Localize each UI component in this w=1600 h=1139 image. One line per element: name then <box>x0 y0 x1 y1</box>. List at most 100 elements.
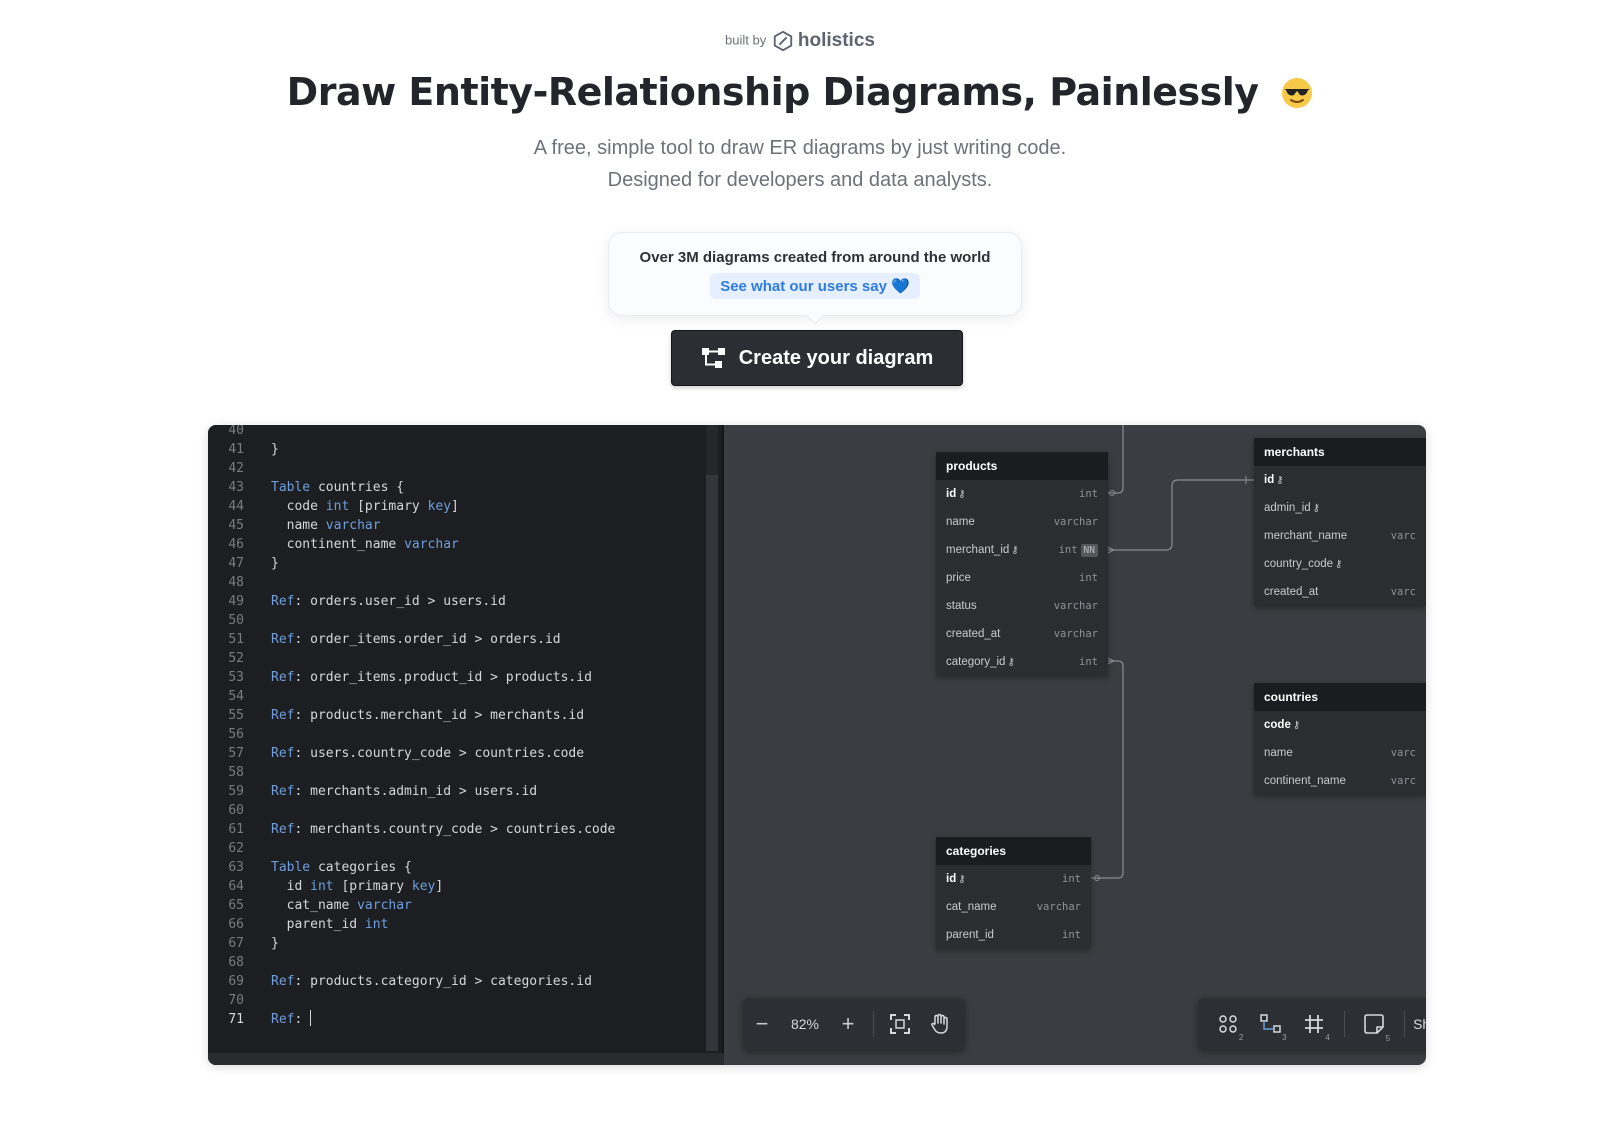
line-number: 62 <box>228 841 244 856</box>
link-products-merchants <box>1108 479 1254 551</box>
code-text: Ref: merchants.admin_id > users.id <box>271 784 538 799</box>
zoom-in-button[interactable]: + <box>829 1011 867 1037</box>
relationship-button[interactable]: 3 <box>1249 1014 1292 1042</box>
pan-tool-button[interactable] <box>920 1013 960 1035</box>
auto-arrange-button[interactable]: 2 <box>1206 1014 1249 1042</box>
field-type: int <box>1079 488 1098 500</box>
diagram-toolbar: 2 3 4 5 Sho <box>1198 998 1426 1050</box>
line-number: 44 <box>228 499 244 514</box>
table-field-row[interactable]: created_at varchar <box>936 620 1108 648</box>
line-number: 63 <box>228 860 244 875</box>
line-number: 65 <box>228 898 244 913</box>
zoom-level: 82% <box>790 1016 820 1032</box>
fit-to-screen-button[interactable] <box>880 1013 920 1035</box>
field-name: created_at <box>1264 586 1319 598</box>
table-field-row[interactable]: created_at varc <box>1254 578 1426 606</box>
table-products[interactable]: products id ⚷ int name varchar merchant_id ⚷ i… <box>936 452 1108 676</box>
line-number: 41 <box>228 442 244 457</box>
table-header[interactable]: countries <box>1254 683 1426 711</box>
table-field-row[interactable]: merchant_name varc <box>1254 522 1426 550</box>
table-header[interactable]: products <box>936 452 1108 480</box>
code-text: Ref: orders.user_id > users.id <box>271 594 506 609</box>
field-name: id <box>1264 474 1275 486</box>
field-name: continent_name <box>1264 775 1346 787</box>
table-categories[interactable]: categories id ⚷ int cat_name varchar parent_i… <box>936 837 1091 949</box>
key-icon: ⚷ <box>1335 559 1343 570</box>
field-type: int <box>1079 656 1098 668</box>
table-field-row[interactable]: status varchar <box>936 592 1108 620</box>
table-merchants[interactable]: merchants id ⚷ admin_id ⚷ merchant_name varc… <box>1254 438 1426 606</box>
table-field-row[interactable]: cat_name varchar <box>936 893 1091 921</box>
table-field-row[interactable]: parent_id int <box>936 921 1091 949</box>
table-field-row[interactable]: name varchar <box>936 508 1108 536</box>
line-number: 69 <box>228 974 244 989</box>
table-grid-icon <box>1305 1015 1324 1033</box>
field-name: created_at <box>946 628 1001 640</box>
line-number: 45 <box>228 518 244 533</box>
field-type: varc <box>1390 530 1416 542</box>
code-text: id int [primary key] <box>271 879 444 894</box>
line-number: 46 <box>228 537 244 552</box>
table-field-row[interactable]: merchant_id ⚷ int NN <box>936 536 1108 564</box>
table-field-row[interactable]: code ⚷ <box>1254 711 1426 739</box>
table-countries[interactable]: countries code ⚷ name varc continent_name var… <box>1254 683 1426 795</box>
code-editor[interactable]: 40 41} 42 43 Table countries {44 code int [p… <box>208 425 724 1065</box>
built-by-text: built by <box>725 32 767 48</box>
subtitle-line-2: Designed for developers and data analyst… <box>607 169 993 191</box>
create-diagram-button[interactable]: Create your diagram <box>671 330 963 386</box>
table-grid-button[interactable]: 4 <box>1293 1014 1336 1042</box>
hand-icon <box>931 1013 948 1034</box>
shortcut-2: 2 <box>1238 1033 1244 1042</box>
field-type: int <box>1079 572 1098 584</box>
key-icon: ⚷ <box>1276 475 1284 486</box>
table-field-row[interactable]: price int <box>936 564 1108 592</box>
line-number: 64 <box>228 879 244 894</box>
table-field-row[interactable]: category_id ⚷ int <box>936 648 1108 676</box>
table-header[interactable]: categories <box>936 837 1091 865</box>
line-number: 57 <box>228 746 244 761</box>
editor-horizontal-scrollbar[interactable] <box>208 1053 724 1065</box>
field-type: int <box>1062 929 1081 941</box>
user-reviews-link[interactable]: See what our users say 💙 <box>710 273 920 299</box>
field-name: admin_id <box>1264 502 1311 514</box>
line-number: 60 <box>228 803 244 818</box>
zoom-out-button[interactable]: − <box>743 1011 781 1037</box>
shortcut-4: 4 <box>1325 1033 1330 1042</box>
toolbar-divider-2 <box>1404 1011 1406 1037</box>
code-text: Ref: users.country_code > countries.code <box>271 746 585 761</box>
show-menu-button[interactable]: Sho <box>1413 1016 1426 1032</box>
field-name: id <box>946 873 957 885</box>
field-name: code <box>1264 719 1291 731</box>
field-type: varc <box>1390 586 1416 598</box>
table-field-row[interactable]: id ⚷ int <box>936 865 1091 893</box>
table-header[interactable]: merchants <box>1254 438 1426 466</box>
cool-sunglasses-emoji-icon <box>1282 78 1313 108</box>
editor-scroll-track <box>706 425 718 475</box>
key-icon: ⚷ <box>1292 720 1301 731</box>
code-text: Ref: merchants.country_code > countries.… <box>271 822 616 837</box>
line-number: 51 <box>228 632 244 647</box>
line-number: 48 <box>228 575 244 590</box>
sticky-note-button[interactable]: 5 <box>1353 1013 1396 1043</box>
zoom-divider <box>873 1011 874 1037</box>
table-field-row[interactable]: id ⚷ int <box>936 480 1108 508</box>
line-number: 58 <box>228 765 244 780</box>
fit-screen-icon <box>890 1014 910 1034</box>
diagram-canvas[interactable]: products id ⚷ int name varchar merchant_id ⚷ i… <box>726 425 1426 1065</box>
field-name: merchant_id <box>946 544 1010 556</box>
holistics-logo[interactable]: holistics <box>772 30 875 52</box>
code-text: Table countries { <box>271 480 405 495</box>
line-number: 49 <box>228 594 244 609</box>
table-field-row[interactable]: name varc <box>1254 739 1426 767</box>
line-number: 67 <box>228 936 244 951</box>
field-type: varc <box>1390 747 1416 759</box>
editor-scrollbar[interactable] <box>706 475 718 1051</box>
table-field-row[interactable]: admin_id ⚷ <box>1254 494 1426 522</box>
table-field-row[interactable]: id ⚷ <box>1254 466 1426 494</box>
table-field-row[interactable]: continent_name varc <box>1254 767 1426 795</box>
link-products-categories <box>1091 660 1124 879</box>
table-field-row[interactable]: country_code ⚷ <box>1254 550 1426 578</box>
line-number: 50 <box>228 613 244 628</box>
not-null-badge: NN <box>1080 544 1098 557</box>
shortcut-5: 5 <box>1385 1034 1391 1043</box>
